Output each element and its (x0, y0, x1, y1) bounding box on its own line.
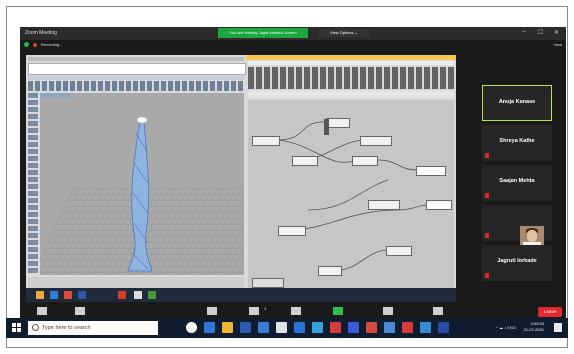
app-icon[interactable] (366, 322, 377, 333)
shield-status-icon (24, 42, 29, 47)
app-icon[interactable] (348, 322, 359, 333)
app-icon (148, 291, 156, 299)
participant-name: Jagruti Iorkade (497, 258, 537, 264)
gh-node[interactable] (292, 156, 318, 166)
participant-name: Shreya Kathe (499, 138, 535, 144)
taskbar-clock[interactable]: 0:09:33 21-07-2021 (524, 321, 544, 333)
folder-icon (36, 291, 44, 299)
leave-button[interactable]: Leave (538, 307, 562, 317)
grasshopper-title-bar (246, 55, 456, 60)
grasshopper-menu-bar (248, 61, 454, 65)
app-icon (134, 291, 142, 299)
zoom-window: Zoom Meeting You are viewing Jagat Mehta… (20, 27, 566, 331)
video-off-icon (75, 307, 85, 315)
close-icon[interactable]: ✕ (554, 29, 559, 36)
share-screen-icon (333, 307, 343, 315)
taskbar-search-box[interactable]: Type here to search (28, 321, 158, 335)
node-wires (277, 121, 429, 271)
screen-share-banner: You are viewing Jagat Mehta's screen (218, 28, 308, 38)
rhino-window (26, 55, 246, 293)
gh-panel[interactable] (416, 166, 446, 176)
windows-taskbar: Type here to search ^ ☁ ♪ ENG 0:09:33 21… (6, 318, 568, 338)
mic-muted-icon (485, 193, 489, 198)
word-icon (78, 291, 86, 299)
grasshopper-component-tabs (248, 67, 454, 89)
windows-start-icon[interactable] (12, 323, 21, 332)
app-icon[interactable] (384, 322, 395, 333)
rhino-menu-bar (28, 57, 244, 61)
zoom-title-bar: Zoom Meeting You are viewing Jagat Mehta… (20, 27, 566, 40)
search-icon (32, 324, 39, 331)
panel-divider[interactable] (324, 119, 329, 135)
app-icon[interactable] (438, 322, 449, 333)
gh-node[interactable] (252, 136, 280, 146)
rhino-viewport (40, 93, 244, 275)
participant-tile[interactable]: Anuja Kanase (482, 85, 552, 121)
record-icon (383, 307, 393, 315)
gh-panel[interactable] (426, 200, 452, 210)
rhino-toolbar-tabs (28, 75, 244, 80)
clock-date: 21-07-2021 (523, 327, 544, 332)
minimize-icon[interactable]: – (522, 29, 525, 35)
participants-icon (249, 307, 259, 315)
rhino-toolbar (28, 81, 244, 91)
app-icon[interactable] (276, 322, 287, 333)
shared-screen-taskbar (26, 288, 456, 302)
language-indicator: ENG (507, 325, 516, 330)
rhino-side-toolbar (28, 93, 38, 273)
maximize-icon[interactable]: ☐ (538, 29, 543, 36)
task-view-icon[interactable] (186, 322, 197, 333)
grasshopper-window (246, 55, 456, 293)
gh-node[interactable] (318, 266, 342, 276)
gh-node[interactable] (360, 136, 392, 146)
app-icon[interactable] (204, 322, 215, 333)
mic-muted-icon (37, 307, 47, 315)
participant-tile[interactable]: Shreya Kathe (482, 125, 552, 161)
grasshopper-canvas (248, 100, 454, 290)
participants-count: 4 (264, 306, 267, 311)
shared-screen (26, 55, 456, 293)
notification-icon[interactable] (554, 323, 562, 332)
gh-node[interactable] (368, 200, 400, 210)
gh-node[interactable] (278, 226, 306, 236)
app-icon (118, 291, 126, 299)
shield-icon (207, 307, 217, 315)
view-options-button[interactable]: View Options ⌄ (318, 29, 370, 37)
mic-muted-icon (485, 233, 489, 238)
app-icon[interactable] (240, 322, 251, 333)
app-icon[interactable] (402, 322, 413, 333)
reactions-icon (433, 307, 443, 315)
edge-icon (50, 291, 58, 299)
app-icon[interactable] (312, 322, 323, 333)
mic-muted-icon (485, 273, 489, 278)
participant-name: Saajan Mehta (499, 178, 535, 184)
gh-status (252, 278, 284, 288)
app-icon[interactable] (330, 322, 341, 333)
app-icon (64, 291, 72, 299)
gh-node[interactable] (352, 156, 378, 166)
search-placeholder: Type here to search (42, 325, 91, 331)
participant-name: Anuja Kanase (498, 99, 536, 105)
chat-icon (291, 307, 301, 315)
record-dot-icon (33, 42, 37, 47)
app-icon[interactable] (294, 322, 305, 333)
zoom-window-title: Zoom Meeting (25, 30, 57, 36)
participant-tile[interactable]: Jagruti Iorkade (482, 245, 552, 281)
system-tray[interactable]: ^ ☁ ♪ ENG (496, 325, 516, 330)
rhino-command-area (28, 63, 246, 75)
view-button[interactable]: View (553, 42, 562, 47)
gh-node[interactable] (386, 246, 412, 256)
folder-icon[interactable] (222, 322, 233, 333)
grasshopper-canvas-toolbar (248, 91, 454, 98)
zoom-app-icon[interactable] (420, 322, 431, 333)
recording-indicator: Recording... (24, 42, 63, 47)
recording-label: Recording... (41, 42, 63, 47)
participant-tile[interactable]: Saajan Mehta (482, 165, 552, 201)
app-icon[interactable] (258, 322, 269, 333)
gh-node[interactable] (326, 118, 350, 128)
mic-muted-icon (485, 153, 489, 158)
twisted-tower-model (127, 116, 153, 272)
